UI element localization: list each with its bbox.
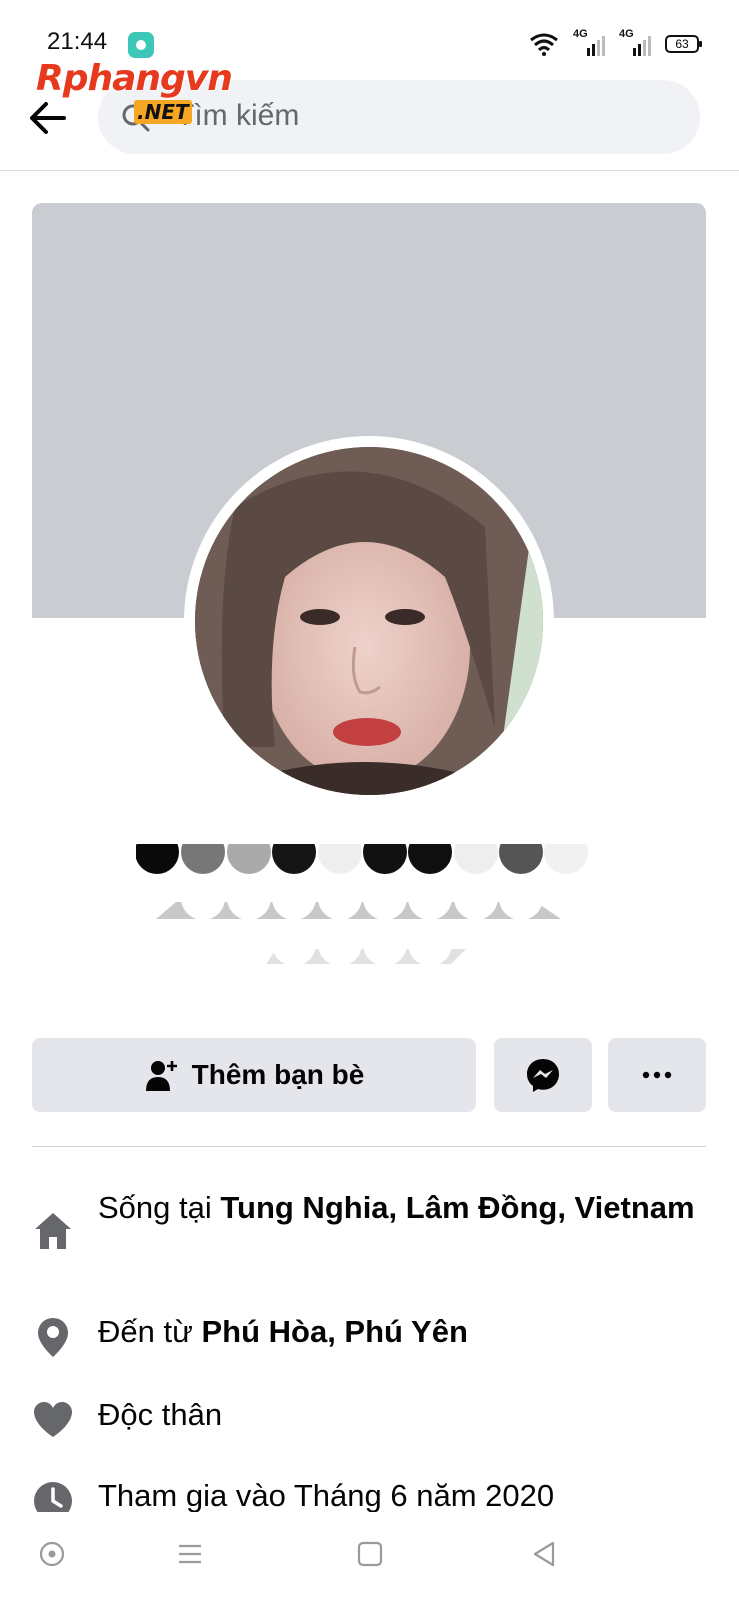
menu-nav-icon[interactable] [176,1540,204,1568]
message-button[interactable] [494,1038,592,1112]
heart-icon [34,1402,72,1437]
home-icon [35,1213,71,1249]
add-friend-button[interactable]: Thêm bạn bè [32,1038,476,1112]
cellular-signal-2-icon: 4G [619,28,651,56]
more-options-button[interactable] [608,1038,706,1112]
lives-in-value[interactable]: Tung Nghia, Lâm Đồng, Vietnam [220,1190,694,1225]
arrow-left-icon[interactable] [24,94,72,142]
detail-from: Đến từ Phú Hòa, Phú Yên [32,1310,706,1370]
wifi-icon [530,33,558,56]
detail-lives-in: Sống tại Tung Nghia, Lâm Đồng, Vietnam [32,1186,706,1286]
status-time: 21:44 [47,28,108,55]
back-nav-icon[interactable] [530,1540,558,1568]
profile-avatar[interactable] [195,447,543,795]
notification-app-icon [128,32,154,58]
watermark-suffix: .NET [134,100,192,124]
assistant-nav-icon[interactable] [38,1540,66,1568]
lives-in-text: Sống tại Tung Nghia, Lâm Đồng, Vietnam [98,1186,698,1230]
profile-actions: Thêm bạn bè [32,1038,706,1112]
cellular-signal-1-icon: 4G [573,28,605,56]
from-prefix: Đến từ [98,1314,202,1349]
status-icons: 4G 4G 63 [529,28,702,58]
section-divider [32,1146,706,1147]
profile-name-redacted [136,844,588,966]
network-type-1: 4G [573,28,588,40]
relationship-text: Độc thân [98,1397,223,1432]
system-nav-bar [0,1520,739,1592]
avatar-image [195,447,543,795]
person-add-icon [145,1061,177,1091]
search-placeholder: Tìm kiếm [176,99,300,132]
location-pin-icon [38,1318,68,1357]
from-value[interactable]: Phú Hòa, Phú Yên [201,1314,467,1349]
detail-relationship: Độc thân [32,1393,706,1453]
home-nav-icon[interactable] [356,1540,384,1568]
more-dots-icon [642,1071,672,1079]
network-type-2: 4G [619,28,634,40]
watermark-logo: Rphangvn [36,58,233,99]
battery-level: 63 [675,37,689,51]
from-text: Đến từ Phú Hòa, Phú Yên [98,1310,468,1354]
battery-icon: 63 [665,35,702,53]
add-friend-label: Thêm bạn bè [191,1059,365,1090]
messenger-icon [527,1059,559,1092]
lives-in-prefix: Sống tại [98,1190,221,1225]
